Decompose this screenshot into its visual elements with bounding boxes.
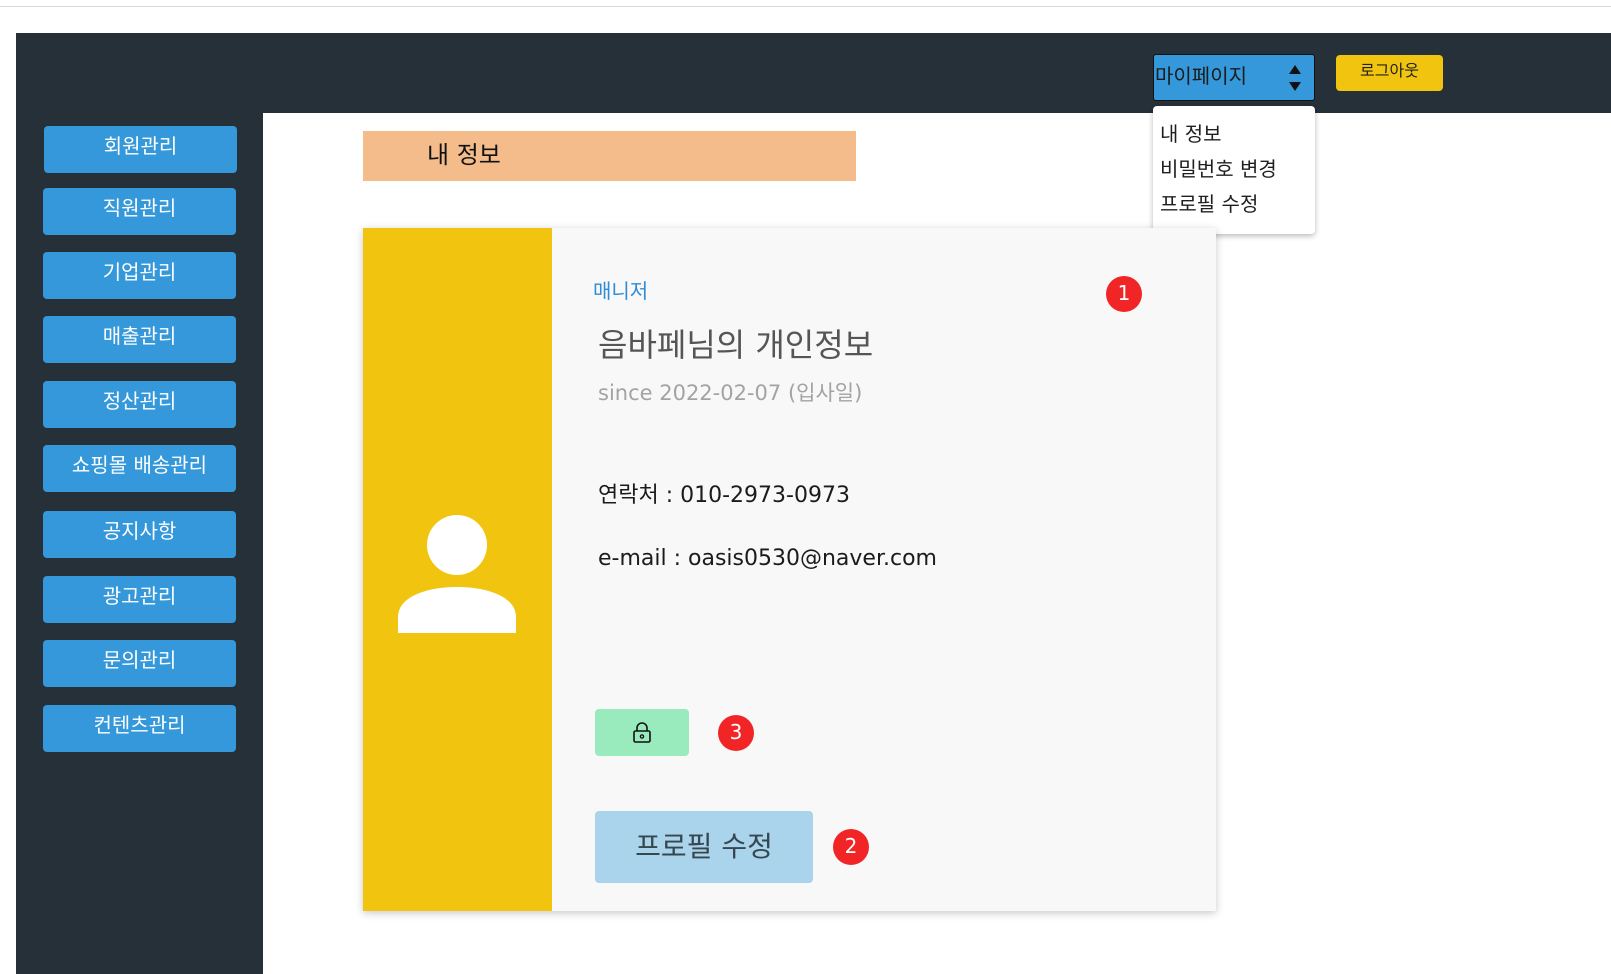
up-down-arrows-icon	[1289, 65, 1301, 91]
annotation-badge-1: 1	[1106, 276, 1142, 312]
edit-profile-button[interactable]: 프로필 수정	[595, 811, 813, 883]
sidebar-item-shopping-delivery-management[interactable]: 쇼핑몰 배송관리	[43, 445, 236, 492]
profile-card-avatar-panel	[363, 228, 552, 911]
top-divider	[0, 6, 1611, 7]
user-silhouette-icon	[398, 515, 516, 633]
sidebar-item-staff-management[interactable]: 직원관리	[43, 188, 236, 235]
sidebar-item-ad-management[interactable]: 광고관리	[43, 576, 236, 623]
profile-card: 매니저 음바페님의 개인정보 since 2022-02-07 (입사일) 연락…	[363, 228, 1216, 911]
dropdown-item-edit-profile[interactable]: 프로필 수정	[1160, 188, 1258, 217]
contact-number: 연락처 : 010-2973-0973	[598, 483, 850, 508]
change-password-button[interactable]	[595, 709, 689, 756]
sidebar-item-content-management[interactable]: 컨텐츠관리	[43, 705, 236, 752]
hire-date: since 2022-02-07 (입사일)	[598, 381, 863, 405]
page-title: 내 정보	[363, 131, 856, 181]
dropdown-item-my-info[interactable]: 내 정보	[1160, 118, 1222, 147]
lock-icon	[633, 722, 651, 743]
logout-button[interactable]: 로그아웃	[1336, 55, 1443, 91]
dropdown-item-change-password[interactable]: 비밀번호 변경	[1160, 153, 1277, 182]
annotation-badge-3: 3	[718, 715, 754, 751]
sidebar-item-notices[interactable]: 공지사항	[43, 511, 236, 558]
user-role: 매니저	[593, 279, 649, 303]
profile-heading: 음바페님의 개인정보	[598, 326, 874, 364]
sidebar-item-settlement-management[interactable]: 정산관리	[43, 381, 236, 428]
mypage-select[interactable]: 마이페이지	[1153, 54, 1315, 101]
sidebar-item-inquiry-management[interactable]: 문의관리	[43, 640, 236, 687]
sidebar-item-company-management[interactable]: 기업관리	[43, 252, 236, 299]
mypage-select-value: 마이페이지	[1155, 64, 1247, 88]
email-address: e-mail : oasis0530@naver.com	[598, 546, 937, 571]
mypage-dropdown-menu: 내 정보 비밀번호 변경 프로필 수정	[1153, 106, 1315, 234]
sidebar-item-sales-management[interactable]: 매출관리	[43, 316, 236, 363]
sidebar-item-member-management[interactable]: 회원관리	[44, 126, 237, 173]
annotation-badge-2: 2	[833, 829, 869, 865]
